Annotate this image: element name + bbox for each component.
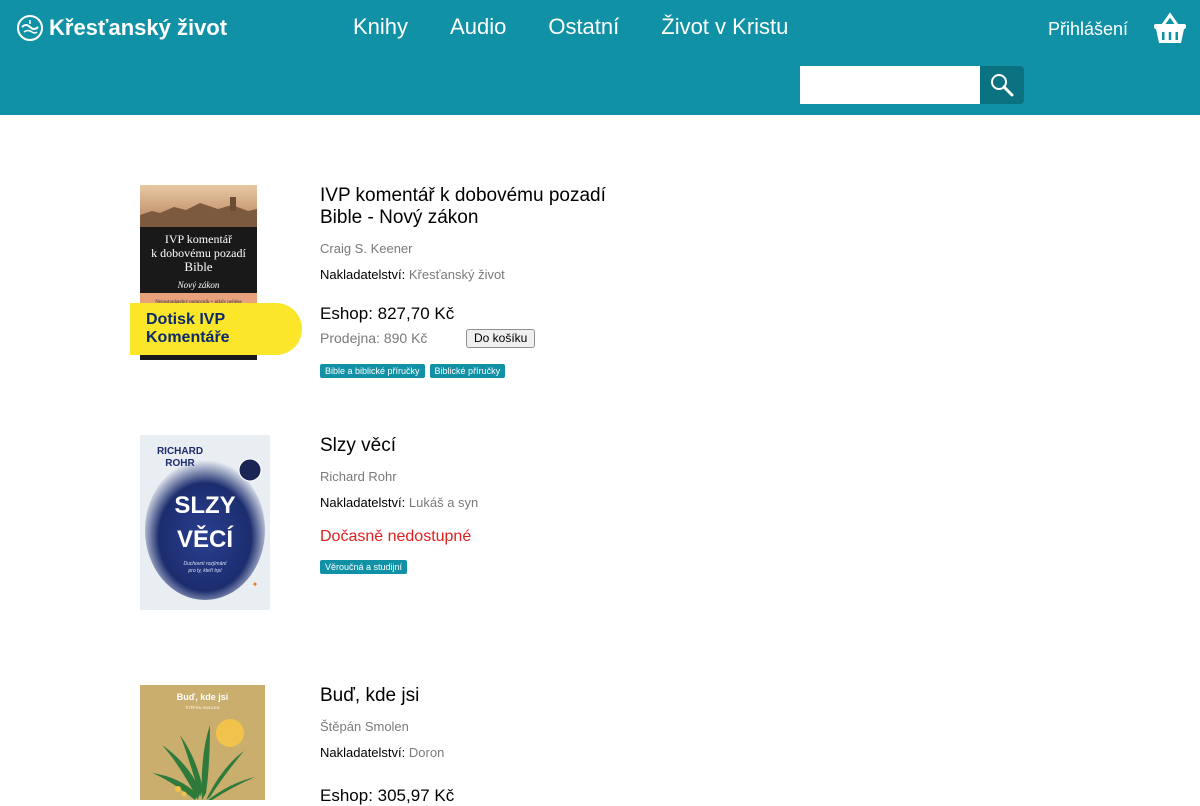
- site-logo[interactable]: Křesťanský život: [16, 14, 227, 42]
- cover-text: Buď, kde jsi: [177, 692, 228, 702]
- category-tag[interactable]: Bible a biblické příručky: [320, 364, 425, 378]
- promo-ribbon[interactable]: Dotisk IVP Komentáře: [130, 303, 302, 355]
- login-link[interactable]: Přihlášení: [1048, 19, 1128, 40]
- publisher-name[interactable]: Doron: [409, 745, 444, 760]
- publisher-name[interactable]: Lukáš a syn: [409, 495, 478, 510]
- cover-text: RICHARD: [157, 446, 203, 457]
- product-author[interactable]: Craig S. Keener: [320, 241, 640, 256]
- shopping-basket-icon[interactable]: [1152, 12, 1188, 44]
- book-cover[interactable]: RICHARD ROHR SLZY VĚCÍ Duchovní rozjímán…: [140, 435, 270, 610]
- search-input[interactable]: [800, 66, 980, 104]
- logo-icon: [17, 15, 43, 41]
- store-price-row: Prodejna: 890 Kč Do košíku: [320, 328, 640, 348]
- category-tag[interactable]: Věroučná a studijní: [320, 560, 408, 574]
- site-header: Křesťanský život Knihy Audio Ostatní Živ…: [0, 0, 1200, 115]
- cover-text: ROHR: [165, 458, 195, 469]
- eshop-price: Eshop: 305,97 Kč: [320, 786, 455, 805]
- cover-text: Bible: [184, 259, 212, 274]
- product-author[interactable]: Štěpán Smolen: [320, 719, 640, 734]
- cover-text: IVP komentář: [165, 232, 232, 246]
- book-cover[interactable]: Buď, kde jsi ŠTĚPÁN SMOLEN: [140, 685, 265, 800]
- cover-text: Duchovní rozjímání: [183, 561, 227, 567]
- nav-item-life-in-christ[interactable]: Život v Kristu: [661, 14, 788, 40]
- nav-item-books[interactable]: Knihy: [353, 14, 408, 40]
- product-publisher: Nakladatelství: Doron: [320, 745, 640, 760]
- cover-text: SLZY: [174, 492, 235, 519]
- nav-item-other[interactable]: Ostatní: [548, 14, 619, 40]
- cover-text: Nový zákon: [177, 280, 220, 290]
- product-publisher: Nakladatelství: Lukáš a syn: [320, 495, 640, 510]
- product-title[interactable]: IVP komentář k dobovému pozadí Bible - N…: [320, 185, 640, 229]
- category-tag[interactable]: Biblické příručky: [429, 364, 506, 378]
- nav-item-audio[interactable]: Audio: [450, 14, 506, 40]
- product-title[interactable]: Buď, kde jsi: [320, 685, 640, 707]
- eshop-price: Eshop: 827,70 Kč: [320, 304, 455, 323]
- cover-text: k dobovému pozadí: [151, 246, 246, 260]
- publisher-label: Nakladatelství:: [320, 267, 406, 282]
- main-nav: Knihy Audio Ostatní Život v Kristu: [353, 14, 830, 40]
- product-title[interactable]: Slzy věcí: [320, 435, 640, 457]
- search-button[interactable]: [980, 66, 1024, 104]
- product-tags: Bible a biblické příručky Biblické příru…: [320, 364, 640, 378]
- cover-text: VĚCÍ: [177, 525, 234, 553]
- svg-text:✦: ✦: [252, 580, 259, 589]
- store-price: Prodejna: 890 Kč: [320, 330, 428, 346]
- product-publisher: Nakladatelství: Křesťanský život: [320, 267, 640, 282]
- availability-status: Dočasně nedostupné: [320, 528, 472, 545]
- product-tags: Věroučná a studijní: [320, 560, 640, 574]
- publisher-label: Nakladatelství:: [320, 495, 406, 510]
- cover-text: pro ty, kteří trpí: [187, 568, 222, 574]
- cover-text: ŠTĚPÁN SMOLEN: [185, 705, 219, 710]
- add-to-cart-button[interactable]: Do košíku: [466, 328, 536, 348]
- search-icon: [991, 74, 1014, 97]
- product-author[interactable]: Richard Rohr: [320, 469, 640, 484]
- publisher-name[interactable]: Křesťanský život: [409, 267, 505, 282]
- site-name: Křesťanský život: [49, 15, 228, 40]
- publisher-label: Nakladatelství:: [320, 745, 406, 760]
